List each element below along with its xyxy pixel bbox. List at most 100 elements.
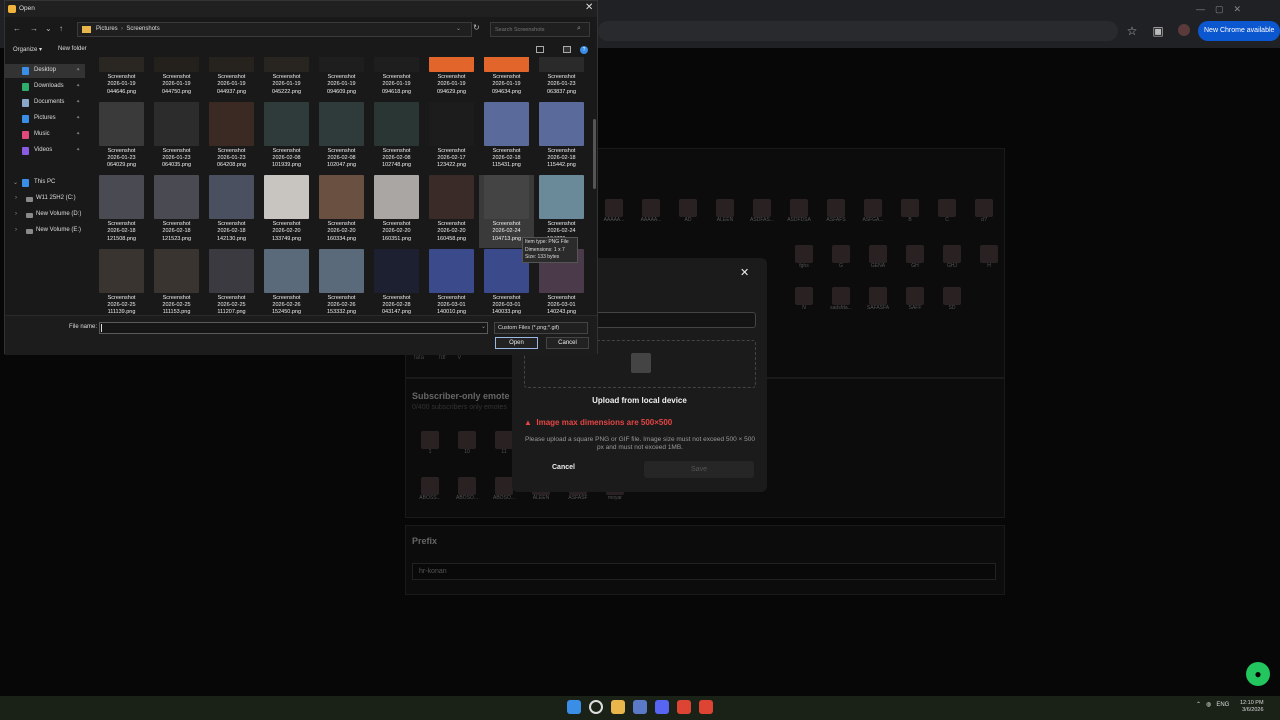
emote-item[interactable]: sadsfda... (823, 287, 859, 311)
scrollbar-thumb[interactable] (593, 119, 596, 189)
cancel-button[interactable]: Cancel (546, 337, 589, 349)
file-tile[interactable]: Screenshot 2026-01-19 044937.png (204, 57, 259, 101)
file-tile[interactable]: Screenshot 2026-02-25 111139.png (94, 248, 149, 315)
up-icon[interactable]: ↑ (59, 24, 63, 33)
emote-item[interactable]: N (786, 287, 822, 311)
help-icon[interactable]: ? (580, 46, 588, 54)
star-icon[interactable]: ☆ (1124, 23, 1140, 39)
sidebar-item-pictures[interactable]: Pictures ✦ (5, 112, 85, 126)
file-tile[interactable]: Screenshot 2026-02-20 160351.png (369, 175, 424, 248)
system-tray[interactable]: ⌃ ◍ ENG (1196, 701, 1229, 708)
file-tile[interactable]: Screenshot 2026-02-25 111207.png (204, 248, 259, 315)
file-tile[interactable]: Screenshot 2026-02-18 115431.png (479, 101, 534, 175)
file-tile[interactable]: Screenshot 2026-02-18 121508.png (94, 175, 149, 248)
emote-item[interactable]: SAFF (897, 287, 933, 311)
sidebar-item-drive[interactable]: › New Volume (E:) (5, 224, 85, 238)
breadcrumb-screenshots[interactable]: Screenshots (126, 26, 159, 32)
close-icon[interactable]: ✕ (585, 2, 593, 13)
emote-item[interactable]: AAAAA... (633, 199, 669, 223)
file-explorer-icon[interactable] (611, 700, 625, 714)
file-type-select[interactable]: Custom Files (*.png;*.gif) (494, 322, 588, 334)
search-input[interactable]: Search Screenshots (490, 22, 590, 37)
file-tile[interactable]: Screenshot 2026-02-17 123422.png (424, 101, 479, 175)
emote-item[interactable]: B (892, 199, 928, 223)
emote-item[interactable]: AD (670, 199, 706, 223)
emote-item[interactable]: SD (934, 287, 970, 311)
chevron-right-icon[interactable]: › (15, 227, 17, 233)
file-tile[interactable]: Screenshot 2026-01-19 094609.png (314, 57, 369, 101)
sidebar-item-music[interactable]: Music ✦ (5, 128, 85, 142)
emote-item[interactable]: GH (897, 245, 933, 269)
sidebar-item-desktop[interactable]: Desktop ✦ (5, 64, 85, 78)
microphone-icon[interactable]: ◍ (1206, 702, 1211, 708)
modal-cancel-button[interactable]: Cancel (552, 464, 575, 471)
file-tile[interactable]: Screenshot 2026-02-18 142130.png (204, 175, 259, 248)
file-tile[interactable]: Screenshot 2026-02-20 160458.png (424, 175, 479, 248)
discord-icon[interactable] (655, 700, 669, 714)
emote-item[interactable]: SAFASFA (860, 287, 896, 311)
forward-icon[interactable]: → (30, 24, 38, 33)
extensions-icon[interactable]: ▣ (1150, 23, 1166, 39)
file-name-input[interactable] (99, 322, 488, 334)
file-tile[interactable]: Screenshot 2026-02-18 121523.png (149, 175, 204, 248)
emote-item[interactable]: AAAAA... (596, 199, 632, 223)
file-tile[interactable]: Screenshot 2026-01-19 045222.png (259, 57, 314, 101)
sidebar-item-drive[interactable]: › W11 25H2 (C:) (5, 192, 85, 206)
emote-item[interactable]: ASFAFS (818, 199, 854, 223)
file-tile[interactable]: Screenshot 2026-01-19 094634.png (479, 57, 534, 101)
new-chrome-button[interactable]: New Chrome available (1198, 21, 1280, 41)
emote-item[interactable]: ALEEN (707, 199, 743, 223)
file-tile[interactable]: Screenshot 2026-03-01 140010.png (424, 248, 479, 315)
open-button[interactable]: Open (495, 337, 538, 349)
file-tile[interactable]: Screenshot 2026-01-19 094629.png (424, 57, 479, 101)
sidebar-item-documents[interactable]: Documents ✦ (5, 96, 85, 110)
file-tile[interactable]: Screenshot 2026-01-23 064035.png (149, 101, 204, 175)
file-tile[interactable]: Screenshot 2026-02-08 102748.png (369, 101, 424, 175)
refresh-icon[interactable]: ↻ (473, 23, 480, 32)
chevron-right-icon[interactable]: › (15, 195, 17, 201)
file-tile[interactable]: Screenshot 2026-01-19 094618.png (369, 57, 424, 101)
emote-item[interactable]: fghs (786, 245, 822, 269)
file-tile[interactable]: Screenshot 2026-01-23 063837.png (534, 57, 589, 101)
store-icon[interactable] (633, 700, 647, 714)
chrome-icon[interactable] (677, 700, 691, 714)
emote-item[interactable]: ABOSS... (412, 477, 448, 501)
chevron-up-icon[interactable]: ⌃ (1196, 702, 1201, 708)
file-tile[interactable]: Screenshot 2026-02-26 153332.png (314, 248, 369, 315)
emote-item[interactable]: 1 (412, 431, 448, 455)
sidebar-item-this-pc[interactable]: ⌄ This PC (5, 176, 85, 190)
chrome-alt-icon[interactable] (699, 700, 713, 714)
search-icon[interactable] (589, 700, 603, 714)
modal-save-button[interactable]: Save (644, 461, 754, 478)
prefix-input[interactable]: hr-konan (412, 563, 996, 580)
emote-item[interactable]: ASDFDSA (781, 199, 817, 223)
file-tile[interactable]: Screenshot 2026-01-23 064029.png (94, 101, 149, 175)
window-controls[interactable]: — ▢ ✕ (1196, 4, 1241, 15)
emote-item[interactable]: ABOSO... (449, 477, 485, 501)
file-tile[interactable]: Screenshot 2026-01-23 064208.png (204, 101, 259, 175)
file-tile[interactable]: Screenshot 2026-02-25 111153.png (149, 248, 204, 315)
breadcrumb-pictures[interactable]: Pictures (96, 26, 118, 32)
chevron-down-icon[interactable]: ⌄ (45, 24, 52, 33)
profile-avatar[interactable] (1178, 24, 1190, 36)
address-bar[interactable] (598, 21, 1118, 41)
chevron-down-icon[interactable]: ⌄ (456, 25, 461, 32)
view-icon[interactable] (536, 46, 544, 53)
language-indicator[interactable]: ENG (1216, 702, 1229, 708)
emote-item[interactable]: G (823, 245, 859, 269)
close-icon[interactable]: ✕ (740, 266, 749, 279)
file-tile[interactable]: Screenshot 2026-02-08 101939.png (259, 101, 314, 175)
file-tile[interactable]: Screenshot 2026-02-08 102047.png (314, 101, 369, 175)
file-tile[interactable]: Screenshot 2026-01-19 044646.png (94, 57, 149, 101)
emote-item[interactable]: H (971, 245, 1007, 269)
file-tile[interactable]: Screenshot 2026-02-26 152450.png (259, 248, 314, 315)
emote-item[interactable]: GENA (860, 245, 896, 269)
back-icon[interactable]: ← (13, 24, 21, 33)
preview-pane-icon[interactable] (563, 46, 571, 53)
sidebar-item-drive[interactable]: › New Volume (D:) (5, 208, 85, 222)
file-tile[interactable]: Screenshot 2026-02-20 133749.png (259, 175, 314, 248)
file-tile[interactable]: Screenshot 2026-02-20 160334.png (314, 175, 369, 248)
address-breadcrumb[interactable]: Pictures › Screenshots ⌄ (77, 22, 472, 37)
emote-item[interactable]: 10 (449, 431, 485, 455)
file-tile[interactable]: Screenshot 2026-01-19 044750.png (149, 57, 204, 101)
